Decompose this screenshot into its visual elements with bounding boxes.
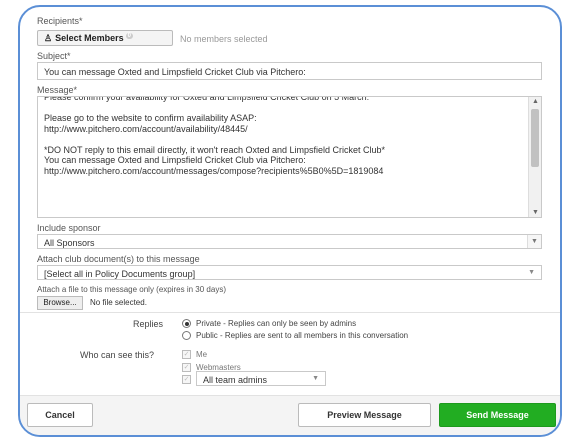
send-message-button[interactable]: Send Message [439, 403, 556, 427]
select-members-label: Select Members [55, 33, 124, 43]
team-admins-select[interactable]: All team admins ▼ [196, 371, 326, 386]
scroll-down-icon[interactable]: ▼ [529, 209, 541, 216]
scrollbar-thumb[interactable] [531, 109, 539, 167]
message-label: Message* [37, 85, 78, 95]
sponsor-label: Include sponsor [37, 223, 101, 233]
webmasters-checkbox[interactable]: ✓ [182, 363, 191, 372]
team-admins-value: All team admins [203, 375, 268, 385]
cancel-button[interactable]: Cancel [27, 403, 93, 427]
subject-label: Subject* [37, 51, 71, 61]
replies-label: Replies [133, 319, 164, 329]
preview-message-button[interactable]: Preview Message [298, 403, 431, 427]
message-scrollbar[interactable]: ▲ ▼ [528, 97, 541, 217]
attachment-label: Attach a file to this message only (expi… [37, 285, 226, 294]
replies-private-label: Private - Replies can only be seen by ad… [196, 319, 357, 328]
sponsor-value: All Sponsors [44, 238, 95, 248]
chevron-down-icon: ▼ [527, 235, 541, 248]
replies-public-label: Public - Replies are sent to all members… [196, 331, 409, 340]
replies-private-radio[interactable] [182, 319, 191, 328]
me-checkbox[interactable]: ✓ [182, 350, 191, 359]
documents-value: [Select all in Policy Documents group] [44, 269, 196, 279]
select-members-button[interactable]: ♙ Select Members 0 [37, 30, 173, 46]
subject-input[interactable]: You can message Oxted and Limpsfield Cri… [37, 62, 542, 80]
recipients-label: Recipients* [37, 16, 83, 26]
documents-select[interactable]: [Select all in Policy Documents group] ▼ [37, 265, 542, 280]
compose-message-panel: Recipients* ♙ Select Members 0 No members … [18, 5, 562, 437]
me-label: Me [196, 350, 208, 359]
team-admins-checkbox[interactable]: ✓ [182, 375, 191, 384]
message-body[interactable]: Please confirm your availability for Oxt… [44, 97, 525, 176]
caret-down-icon: ▼ [528, 269, 535, 276]
file-status: No file selected. [90, 298, 147, 307]
footer-bar: Cancel Preview Message Send Message [20, 395, 560, 435]
member-count-badge: 0 [125, 33, 133, 39]
visibility-label: Who can see this? [80, 350, 155, 360]
sponsor-select[interactable]: All Sponsors ▼ [37, 234, 542, 249]
members-status: No members selected [180, 34, 268, 44]
browse-button[interactable]: Browse... [37, 296, 83, 310]
caret-down-icon: ▼ [312, 375, 319, 382]
divider [20, 312, 560, 313]
replies-public-radio[interactable] [182, 331, 191, 340]
users-icon: ♙ [44, 33, 53, 43]
message-textarea[interactable]: Please confirm your availability for Oxt… [37, 96, 542, 218]
documents-label: Attach club document(s) to this message [37, 254, 200, 264]
scroll-up-icon[interactable]: ▲ [529, 98, 541, 105]
